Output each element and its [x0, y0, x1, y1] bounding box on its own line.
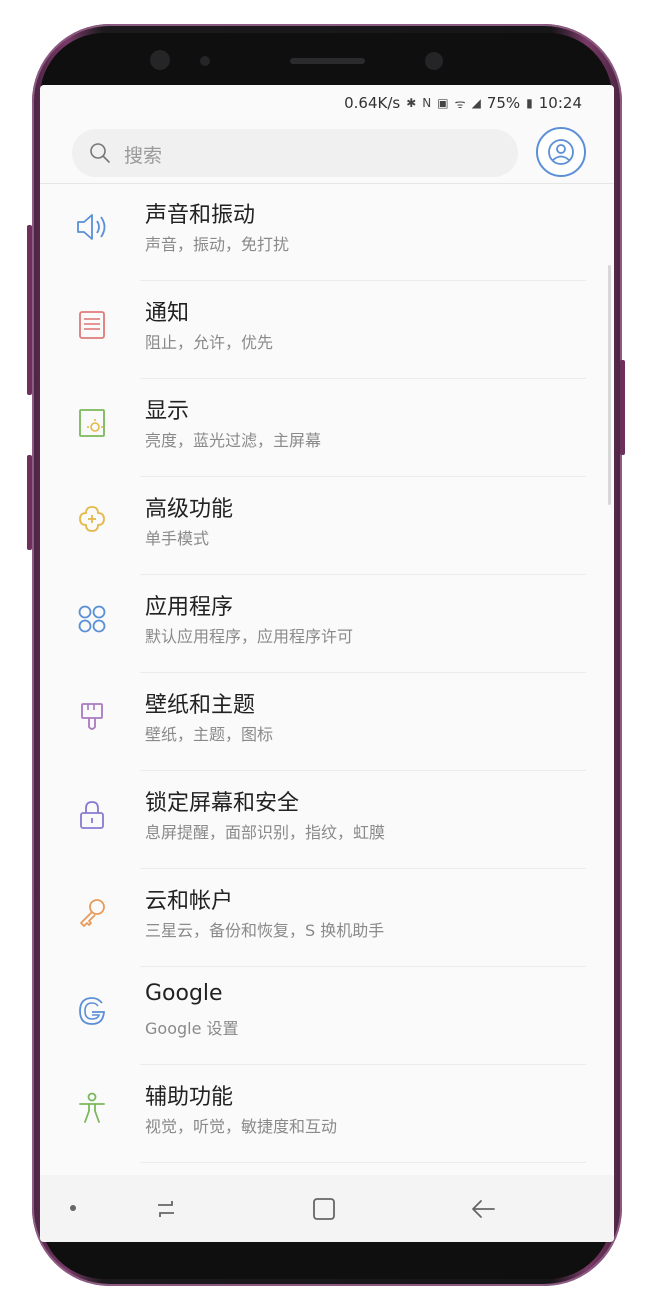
item-subtitle: Google 设置	[145, 1019, 239, 1038]
item-subtitle: 单手模式	[145, 529, 210, 548]
wifi-icon: ᯤ	[454, 96, 466, 111]
iris-scanner	[425, 52, 443, 70]
profile-button[interactable]	[536, 127, 586, 177]
battery-icon: ▮	[526, 96, 533, 110]
header-divider	[40, 183, 614, 184]
nav-hide-dot[interactable]	[70, 1205, 76, 1211]
network-speed: 0.64K/s	[344, 94, 401, 112]
search-row: 搜索	[40, 125, 614, 181]
search-icon	[90, 143, 110, 163]
item-title: 云和帐户	[145, 889, 234, 914]
settings-item-lock-screen-security[interactable]: 锁定屏幕和安全 息屏提醒，面部识别，指纹，虹膜	[40, 773, 614, 869]
item-title: 显示	[145, 399, 190, 424]
back-icon[interactable]	[468, 1195, 498, 1223]
item-subtitle: 视觉，听觉，敏捷度和互动	[145, 1117, 338, 1136]
settings-item-notifications[interactable]: 通知 阻止，允许，优先	[40, 283, 614, 379]
item-subtitle: 声音，振动，免打扰	[145, 235, 290, 254]
key-icon	[80, 899, 105, 927]
item-title: 辅助功能	[145, 1085, 234, 1110]
item-title: 应用程序	[145, 595, 234, 620]
settings-item-cloud-accounts[interactable]: 云和帐户 三星云，备份和恢复，S 换机助手	[40, 871, 614, 967]
item-divider	[140, 966, 586, 967]
item-title: 高级功能	[145, 497, 234, 522]
settings-item-apps[interactable]: 应用程序 默认应用程序，应用程序许可	[40, 577, 614, 673]
volume-button	[27, 225, 32, 395]
item-divider	[140, 1162, 586, 1163]
item-divider	[140, 476, 586, 477]
clock: 10:24	[538, 94, 582, 112]
vibrate-icon: ▣	[437, 96, 449, 110]
settings-item-advanced-features[interactable]: 高级功能 单手模式	[40, 479, 614, 575]
settings-item-wallpapers-themes[interactable]: 壁纸和主题 壁纸，主题，图标	[40, 675, 614, 771]
notification-icon	[79, 311, 105, 339]
item-title: 通知	[145, 301, 190, 326]
signal-icon: ◢	[471, 96, 481, 110]
item-subtitle: 壁纸，主题，图标	[145, 725, 274, 744]
apps-icon	[78, 605, 106, 633]
settings-item-display[interactable]: 显示 亮度，蓝光过滤，主屏幕	[40, 381, 614, 477]
settings-item-sound[interactable]: 声音和振动 声音，振动，免打扰	[40, 185, 614, 281]
scrollbar[interactable]	[608, 265, 611, 505]
nfc-icon: N	[422, 96, 432, 110]
item-title: 声音和振动	[145, 203, 256, 228]
item-subtitle: 阻止，允许，优先	[145, 333, 274, 352]
item-divider	[140, 378, 586, 379]
bluetooth-icon: ✱	[406, 96, 417, 110]
proximity-sensor	[200, 56, 210, 66]
item-subtitle: 三星云，备份和恢复，S 换机助手	[145, 921, 385, 940]
navigation-bar	[40, 1175, 614, 1242]
item-subtitle: 亮度，蓝光过滤，主屏幕	[145, 431, 322, 450]
item-subtitle: 息屏提醒，面部识别，指纹，虹膜	[145, 823, 386, 842]
home-icon[interactable]	[310, 1195, 338, 1223]
item-title: 锁定屏幕和安全	[145, 791, 300, 816]
google-icon	[79, 997, 105, 1025]
profile-icon	[548, 139, 574, 165]
recent-apps-icon[interactable]	[152, 1195, 180, 1223]
settings-item-accessibility[interactable]: 辅助功能 视觉，听觉，敏捷度和互动	[40, 1067, 614, 1163]
accessibility-icon	[79, 1092, 105, 1123]
status-bar: 0.64K/s ✱ N ▣ ᯤ ◢ 75% ▮ 10:24	[40, 85, 614, 121]
item-divider	[140, 574, 586, 575]
item-title: Google	[145, 981, 223, 1006]
settings-item-google[interactable]: Google Google 设置	[40, 969, 614, 1065]
settings-screen: 0.64K/s ✱ N ▣ ᯤ ◢ 75% ▮ 10:24 搜索 声音和振动 声…	[40, 85, 614, 1242]
item-divider	[140, 770, 586, 771]
item-divider	[140, 280, 586, 281]
paintbrush-icon	[81, 703, 103, 730]
item-title: 壁纸和主题	[145, 693, 256, 718]
bixby-button	[27, 455, 32, 550]
power-button	[620, 360, 625, 455]
front-camera	[150, 50, 170, 70]
battery-percent: 75%	[486, 94, 521, 112]
search-placeholder: 搜索	[124, 145, 163, 167]
search-bar[interactable]: 搜索	[72, 129, 518, 177]
speaker-icon	[77, 214, 106, 240]
item-divider	[140, 1064, 586, 1065]
display-icon	[79, 409, 105, 437]
item-subtitle: 默认应用程序，应用程序许可	[145, 627, 354, 646]
item-divider	[140, 868, 586, 869]
item-divider	[140, 672, 586, 673]
advanced-features-icon	[79, 506, 105, 532]
lock-icon	[80, 801, 104, 829]
earpiece-speaker	[290, 58, 365, 64]
